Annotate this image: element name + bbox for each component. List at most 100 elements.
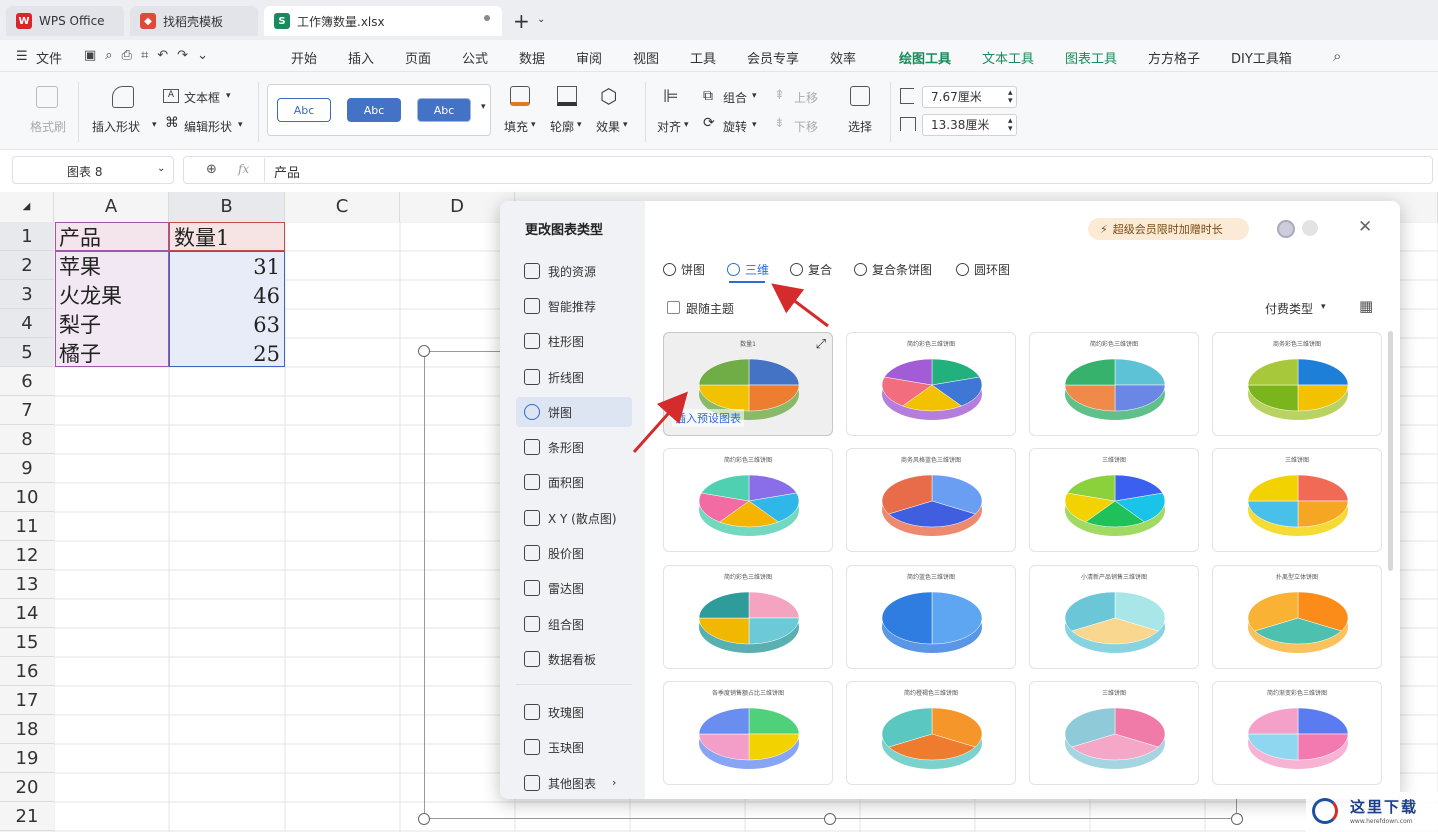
style-outline[interactable]: Abc — [277, 98, 331, 122]
move-down-button[interactable]: 下移 — [794, 118, 818, 135]
sidebar-item-smart-recommend[interactable]: 智能推荐 — [516, 291, 632, 321]
sidebar-item-area[interactable]: 面积图 — [516, 467, 632, 497]
cell-b4[interactable]: 63 — [174, 311, 280, 339]
unsaved-dot-icon[interactable] — [484, 15, 490, 21]
cell-b5[interactable]: 25 — [174, 340, 280, 368]
gallery-more-icon[interactable]: ▾ — [481, 102, 486, 112]
menu-drawing-tools[interactable]: 绘图工具 — [899, 48, 952, 74]
chart-template-thumb[interactable]: 数量1 ⤢ 插入预设图表 — [663, 332, 833, 436]
group-button[interactable]: 组合 — [723, 89, 747, 106]
shape-width-input[interactable]: 13.38厘米 — [922, 114, 1017, 136]
menu-home[interactable]: 开始 — [291, 48, 317, 67]
menu-data[interactable]: 数据 — [519, 48, 545, 67]
promo-badge[interactable]: ⚡ 超级会员限时加赠时长 — [1088, 218, 1249, 240]
formula-input[interactable]: ⊕ fx 产品 — [183, 156, 1433, 184]
row-header-13[interactable]: 13 — [0, 570, 54, 599]
fx-icon[interactable]: fx — [238, 162, 249, 176]
sidebar-item-bar[interactable]: 条形图 — [516, 432, 632, 462]
row-header-5[interactable]: 5 — [0, 338, 54, 367]
row-header-3[interactable]: 3 — [0, 280, 54, 309]
row-header-11[interactable]: 11 — [0, 512, 54, 541]
shape-height-input[interactable]: 7.67厘米 — [922, 86, 1017, 108]
row-header-8[interactable]: 8 — [0, 425, 54, 454]
chart-template-thumb[interactable]: 简约彩色三维饼图 — [663, 448, 833, 552]
col-header-d[interactable]: D — [400, 192, 515, 222]
row-header-17[interactable]: 17 — [0, 686, 54, 715]
cell-b1[interactable]: 数量1 — [174, 224, 229, 252]
menu-fangfang[interactable]: 方方格子 — [1148, 48, 1200, 67]
cell-a1[interactable]: 产品 — [59, 224, 101, 252]
width-spinner-icon[interactable]: ▴ ▾ — [1008, 117, 1013, 134]
resize-handle[interactable] — [824, 813, 836, 825]
row-header-20[interactable]: 20 — [0, 773, 54, 802]
cell-a4[interactable]: 梨子 — [59, 311, 101, 339]
effect-button[interactable]: 效果 — [596, 118, 620, 135]
text-box-button[interactable]: 文本框 — [184, 89, 220, 106]
height-spinner-icon[interactable]: ▴ ▾ — [1008, 89, 1013, 106]
menu-chart-tools[interactable]: 图表工具 — [1065, 48, 1117, 67]
row-header-14[interactable]: 14 — [0, 599, 54, 628]
tab-pie[interactable]: 饼图 — [663, 261, 705, 278]
new-tab-plus-icon[interactable]: + — [513, 9, 530, 33]
tab-compound-bar[interactable]: 复合条饼图 — [854, 261, 932, 278]
chart-template-thumb[interactable]: 各季度销售额占比三维饼图 — [663, 681, 833, 785]
menu-file[interactable]: 文件 — [36, 48, 62, 67]
chart-template-thumb[interactable]: 扑离型立体饼图 — [1212, 565, 1382, 669]
row-header-16[interactable]: 16 — [0, 657, 54, 686]
menu-view[interactable]: 视图 — [633, 48, 659, 67]
align-button[interactable]: 对齐 — [657, 118, 681, 135]
col-header-b[interactable]: B — [169, 192, 285, 222]
menu-diy-toolbox[interactable]: DIY工具箱 — [1231, 48, 1292, 67]
sidebar-item-column[interactable]: 柱形图 — [516, 326, 632, 356]
row-header-7[interactable]: 7 — [0, 396, 54, 425]
insert-preset-chart-button[interactable]: 插入预设图表 — [672, 409, 744, 427]
sidebar-item-radar[interactable]: 雷达图 — [516, 573, 632, 603]
menu-review[interactable]: 审阅 — [576, 48, 602, 67]
row-header-9[interactable]: 9 — [0, 454, 54, 483]
cell-a3[interactable]: 火龙果 — [59, 282, 122, 310]
menu-tools[interactable]: 工具 — [690, 48, 716, 67]
row-header-21[interactable]: 21 — [0, 802, 54, 831]
chart-template-thumb[interactable]: 简约渐变彩色三维饼图 — [1212, 681, 1382, 785]
fill-button[interactable]: 填充 — [504, 118, 528, 135]
sidebar-item-pie[interactable]: 饼图 — [516, 397, 632, 427]
select-button[interactable]: 选择 — [848, 118, 872, 135]
cell-a2[interactable]: 苹果 — [59, 253, 101, 281]
follow-theme-checkbox[interactable] — [667, 301, 680, 314]
close-icon[interactable]: ✕ — [1358, 217, 1372, 237]
sidebar-item-rose[interactable]: 玫瑰图 — [516, 697, 632, 727]
chart-template-thumb[interactable]: 简约橙褐色三维饼图 — [846, 681, 1016, 785]
move-up-button[interactable]: 上移 — [794, 89, 818, 106]
col-header-c[interactable]: C — [285, 192, 400, 222]
sidebar-item-combo[interactable]: 组合图 — [516, 609, 632, 639]
tab-workbook[interactable]: S 工作簿数量.xlsx — [264, 6, 502, 36]
sidebar-item-dashboard[interactable]: 数据看板 — [516, 644, 632, 674]
gallery-scrollbar[interactable] — [1388, 331, 1393, 571]
expand-icon[interactable]: ⤢ — [816, 337, 826, 352]
avatar[interactable] — [1277, 220, 1295, 238]
tab-compound[interactable]: 复合 — [790, 261, 832, 278]
row-header-4[interactable]: 4 — [0, 309, 54, 338]
grid-view-icon[interactable]: ▦ — [1359, 297, 1373, 315]
sidebar-item-xy-scatter[interactable]: X Y (散点图) — [516, 503, 632, 533]
row-header-10[interactable]: 10 — [0, 483, 54, 512]
menu-efficiency[interactable]: 效率 — [830, 48, 856, 67]
hamburger-icon[interactable]: ☰ — [16, 49, 28, 64]
chart-template-thumb[interactable]: 三维饼图 — [1029, 681, 1199, 785]
name-box[interactable]: 图表 8 ⌄ — [12, 156, 174, 184]
quick-access-icons[interactable]: ▣⌕⎙⌗↶↷⌄ — [84, 48, 217, 63]
outline-button[interactable]: 轮廓 — [550, 118, 574, 135]
tab-wps-office[interactable]: W WPS Office — [6, 6, 124, 36]
chart-template-thumb[interactable]: 小清新产品销售三维饼图 — [1029, 565, 1199, 669]
member-badge-icon[interactable] — [1302, 220, 1318, 236]
style-fill-border[interactable]: Abc — [417, 98, 471, 122]
sidebar-item-my-resources[interactable]: 我的资源 — [516, 256, 632, 286]
resize-handle[interactable] — [1231, 813, 1243, 825]
style-fill[interactable]: Abc — [347, 98, 401, 122]
menu-text-tools[interactable]: 文本工具 — [982, 48, 1034, 67]
resize-handle[interactable] — [418, 345, 430, 357]
zoom-icon[interactable]: ⊕ — [206, 162, 217, 177]
chart-template-thumb[interactable]: 三维饼图 — [1212, 448, 1382, 552]
row-header-12[interactable]: 12 — [0, 541, 54, 570]
row-header-1[interactable]: 1 — [0, 222, 54, 251]
